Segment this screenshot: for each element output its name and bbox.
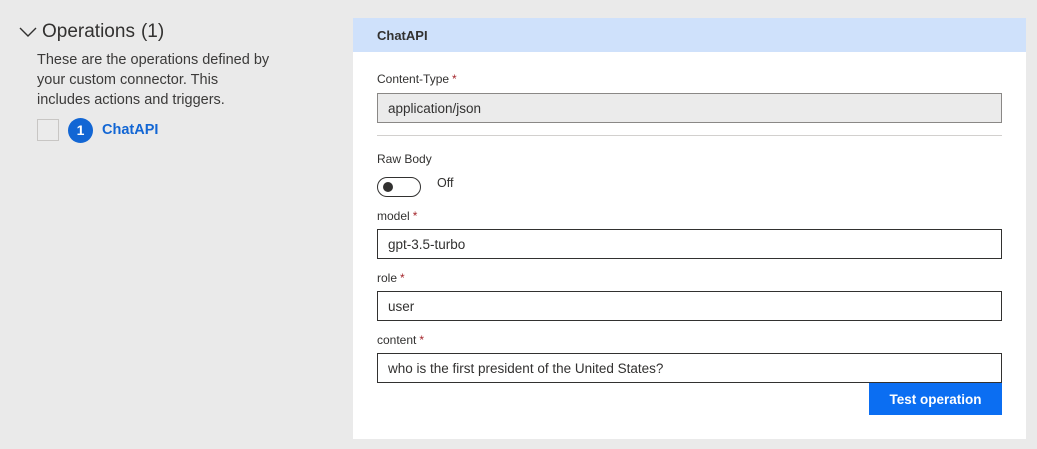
required-marker: *: [400, 271, 405, 285]
raw-body-label: Raw Body: [377, 152, 432, 166]
model-label: model *: [377, 209, 417, 223]
toggle-knob: [383, 182, 393, 192]
content-label-text: content: [377, 333, 417, 347]
required-marker: *: [419, 333, 425, 347]
operation-item: 1 ChatAPI: [37, 117, 158, 143]
card-header: ChatAPI: [353, 18, 1026, 52]
role-input[interactable]: [377, 291, 1002, 321]
content-type-input[interactable]: [377, 93, 1002, 123]
raw-body-toggle[interactable]: [377, 177, 421, 197]
content-type-label-text: Content-Type: [377, 72, 450, 86]
operations-title: Operations: [42, 21, 135, 42]
role-label-text: role: [377, 271, 398, 285]
raw-body-toggle-state: Off: [437, 176, 454, 190]
operation-test-card: ChatAPI Content-Type* Raw Body Off model…: [353, 18, 1026, 439]
required-marker: *: [452, 72, 457, 86]
model-label-text: model: [377, 209, 410, 223]
content-label: content *: [377, 333, 424, 347]
content-type-label: Content-Type *: [377, 72, 457, 86]
operations-section-toggle[interactable]: Operations (1): [18, 18, 164, 46]
model-input[interactable]: [377, 229, 1002, 259]
required-marker: *: [412, 209, 418, 223]
divider: [377, 135, 1002, 136]
content-input[interactable]: [377, 353, 1002, 383]
operation-link-chatapi[interactable]: ChatAPI: [102, 122, 158, 138]
card-title: ChatAPI: [377, 27, 428, 43]
chevron-down-icon: [19, 27, 37, 37]
role-label: role *: [377, 271, 405, 285]
operations-description: These are the operations defined by your…: [37, 52, 270, 108]
operations-count: (1): [140, 21, 165, 42]
operation-checkbox[interactable]: [37, 119, 59, 141]
operation-number-badge: 1: [68, 117, 93, 143]
test-operation-button[interactable]: Test operation: [869, 383, 1002, 415]
